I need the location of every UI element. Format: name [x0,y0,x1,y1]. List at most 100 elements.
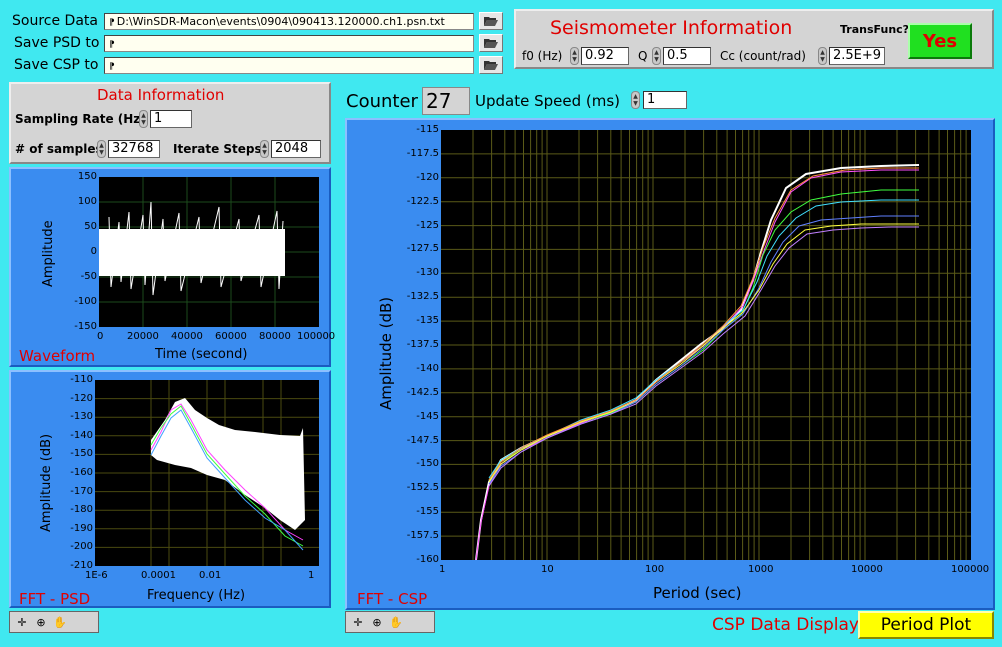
y-tick: -180 [70,504,93,516]
y-tick: -137.5 [406,339,439,350]
period-plot-button[interactable]: Period Plot [858,611,994,639]
y-tick: -150 [70,448,93,460]
psd-ylabel: Amplitude (dB) [39,433,54,532]
save-psd-label: Save PSD to [14,35,100,51]
transfunc-label: TransFunc? [840,23,910,36]
y-tick: -130 [416,267,439,279]
psd-graph-toolbar: ✛ ⊕ ✋ [9,611,99,633]
waveform-xlabel: Time (second) [155,347,248,362]
f0-spinner[interactable]: ▲ ▼ [570,47,579,65]
x-tick: 1000 [748,564,774,575]
spin-down-icon: ▼ [654,56,659,63]
y-tick: -50 [80,271,97,282]
spin-up-icon: ▲ [99,142,104,149]
y-tick: -120 [416,171,439,183]
csp-plot [441,130,971,560]
samples-spinner[interactable]: ▲ ▼ [97,140,106,158]
update-speed-input[interactable]: 1 [643,91,687,109]
source-data-input[interactable]: ⁋ D:\WinSDR-Macon\events\0904\090413.1200… [104,13,474,30]
y-tick: -132.5 [406,291,439,303]
y-tick: -120 [70,392,93,404]
save-psd-input[interactable]: ⁋ [104,35,474,52]
sampling-rate-spinner[interactable]: ▲ ▼ [139,110,148,128]
counter-value: 27 [422,87,470,115]
x-tick: 1 [308,570,315,581]
csp-ylabel: Amplitude (dB) [377,296,395,410]
csp-browse-button[interactable] [479,56,503,74]
y-tick: -145 [416,410,439,422]
iterate-spinner[interactable]: ▲ ▼ [260,140,269,158]
y-tick: -117.5 [406,147,439,159]
folder-open-icon [484,39,498,48]
update-speed-spinner[interactable]: ▲ ▼ [631,91,640,109]
folder-open-icon [484,17,498,26]
sampling-rate-input[interactable]: 1 [150,110,192,128]
source-browse-button[interactable] [479,12,503,30]
iterate-steps-label: Iterate Steps [173,142,262,156]
counter-label: Counter [346,91,418,112]
y-tick: -200 [70,541,93,553]
waveform-yticks: 150 100 50 0 -50 -100 -150 [63,171,97,332]
spin-up-icon: ▲ [262,142,267,149]
psd-browse-button[interactable] [479,34,503,52]
y-tick: -150 [416,458,439,470]
psd-plot [95,380,319,566]
crosshair-icon[interactable]: ✛ [14,615,30,629]
path-icon: ⁋ [109,40,115,50]
samples-input[interactable]: 32768 [108,140,160,158]
y-tick: -150 [74,321,97,332]
q-input[interactable]: 0.5 [663,47,711,65]
data-info-title: Data Information [97,86,225,104]
spin-down-icon: ▼ [572,56,577,63]
y-tick: -142.5 [406,386,439,398]
psd-title: FFT - PSD [19,590,91,608]
spin-down-icon: ▼ [141,119,146,126]
y-tick: -152.5 [406,482,439,494]
source-data-value: D:\WinSDR-Macon\events\0904\090413.12000… [116,15,445,28]
spin-down-icon: ▼ [262,149,267,156]
update-speed-label: Update Speed (ms) [475,92,621,110]
iterate-input[interactable]: 2048 [271,140,321,158]
csp-plot-area [441,130,971,560]
waveform-signal-band [99,229,285,276]
csp-xlabel: Period (sec) [653,584,742,602]
x-tick: 100 [645,564,665,575]
y-tick: -147.5 [406,434,439,446]
x-tick: 20000 [127,331,159,342]
crosshair-icon[interactable]: ✛ [350,615,366,629]
y-tick: -157.5 [406,530,439,542]
y-tick: -140 [416,362,439,374]
y-tick: -127.5 [406,243,439,255]
q-spinner[interactable]: ▲ ▼ [652,47,661,65]
cc-spinner[interactable]: ▲ ▼ [818,47,827,65]
sampling-rate-label: Sampling Rate (Hz) [15,112,146,126]
y-tick: 50 [84,221,97,232]
cc-input[interactable]: 2.5E+9 [829,47,885,65]
save-csp-input[interactable]: ⁋ [104,57,474,74]
pan-hand-icon[interactable]: ✋ [52,615,68,629]
pan-hand-icon[interactable]: ✋ [388,615,404,629]
transfunc-toggle[interactable]: Yes [908,23,972,59]
spin-down-icon: ▼ [99,149,104,156]
csp-title: FFT - CSP [357,590,428,608]
zoom-icon[interactable]: ⊕ [33,615,49,629]
y-tick: -160 [416,554,439,565]
y-tick: -155 [416,506,439,518]
x-tick: 80000 [259,331,291,342]
x-tick: 0.0001 [141,570,176,581]
spin-up-icon: ▲ [141,112,146,119]
psd-yticks: -110 -120 -130 -140 -150 -160 -170 -180 … [55,374,93,574]
y-tick: -125 [416,219,439,231]
spin-up-icon: ▲ [572,49,577,56]
x-tick: 1 [439,564,446,575]
f0-input[interactable]: 0.92 [581,47,629,65]
seismometer-title: Seismometer Information [550,17,793,39]
path-icon: ⁋ [109,62,115,72]
y-tick: -160 [70,467,93,478]
q-label: Q [638,49,648,63]
y-tick: -100 [74,296,97,307]
x-tick: 0.01 [199,570,222,581]
spin-up-icon: ▲ [633,93,638,100]
spin-down-icon: ▼ [820,56,825,63]
zoom-icon[interactable]: ⊕ [369,615,385,629]
